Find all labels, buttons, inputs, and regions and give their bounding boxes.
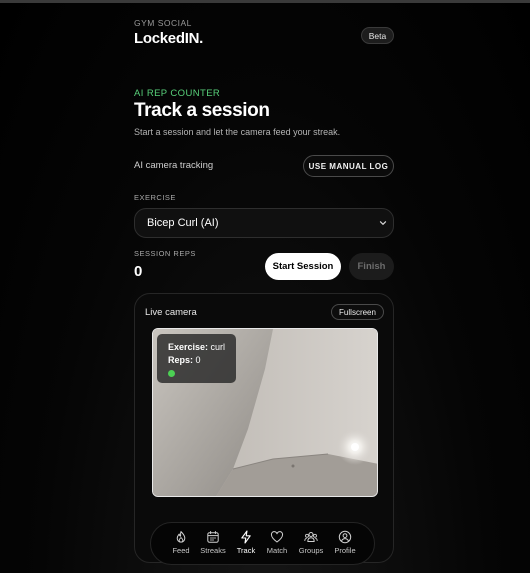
nav-label-profile: Profile	[334, 546, 356, 555]
fullscreen-button[interactable]: Fullscreen	[331, 304, 384, 320]
finish-button[interactable]: Finish	[349, 253, 394, 280]
brand-logo[interactable]: LockedIN.	[134, 30, 203, 47]
nav-item-profile[interactable]: Profile	[327, 530, 363, 555]
overlay-exercise-key: Exercise:	[168, 342, 209, 352]
people-icon	[304, 532, 318, 542]
nav-item-streaks[interactable]: Streaks	[195, 530, 231, 555]
calendar-icon	[207, 531, 219, 543]
overlay-exercise: Exercise: curl	[168, 341, 236, 354]
overlay-reps: Reps: 0	[168, 354, 236, 367]
section-kicker: AI REP COUNTER	[134, 88, 221, 99]
nav-label-match: Match	[266, 546, 288, 555]
nav-label-groups: Groups	[298, 546, 324, 555]
session-reps-label: SESSION REPS	[134, 249, 196, 258]
overlay-reps-key: Reps:	[168, 355, 194, 365]
overlay-reps-value: 0	[193, 355, 201, 365]
exercise-selected-value: Bicep Curl (AI)	[147, 217, 219, 229]
page-title: Track a session	[134, 100, 270, 121]
chevron-down-icon	[379, 221, 387, 225]
beta-badge: Beta	[361, 27, 394, 44]
lightning-icon	[241, 530, 251, 544]
nav-label-feed: Feed	[172, 546, 190, 555]
live-camera-title: Live camera	[145, 307, 197, 318]
app-screen: GYM SOCIAL LockedIN. Beta AI REP COUNTER…	[0, 3, 530, 573]
tracking-status-dot	[168, 370, 175, 377]
tracking-mode-label: AI camera tracking	[134, 160, 214, 171]
brand-dot: .	[199, 30, 203, 47]
flame-icon	[176, 531, 186, 543]
nav-item-feed[interactable]: Feed	[163, 530, 199, 555]
exercise-select[interactable]: Bicep Curl (AI)	[134, 208, 394, 238]
start-session-button[interactable]: Start Session	[265, 253, 341, 280]
nav-item-groups[interactable]: Groups	[293, 530, 329, 555]
nav-label-streaks: Streaks	[200, 546, 226, 555]
session-reps-value: 0	[134, 263, 143, 280]
tracking-overlay: Exercise: curl Reps: 0	[157, 334, 236, 383]
nav-item-match[interactable]: Match	[259, 530, 295, 555]
page-subtitle: Start a session and let the camera feed …	[134, 127, 341, 137]
brand-name: LockedIN	[134, 30, 200, 47]
exercise-label: EXERCISE	[134, 193, 176, 202]
heart-icon	[270, 531, 284, 543]
bottom-nav: Feed Streaks Track Match Groups Profile	[150, 522, 375, 565]
app-eyebrow: GYM SOCIAL	[134, 18, 192, 28]
user-circle-icon	[338, 530, 352, 544]
use-manual-log-button[interactable]: USE MANUAL LOG	[303, 155, 394, 177]
overlay-exercise-value: curl	[208, 342, 226, 352]
camera-feed: Exercise: curl Reps: 0	[152, 328, 378, 497]
